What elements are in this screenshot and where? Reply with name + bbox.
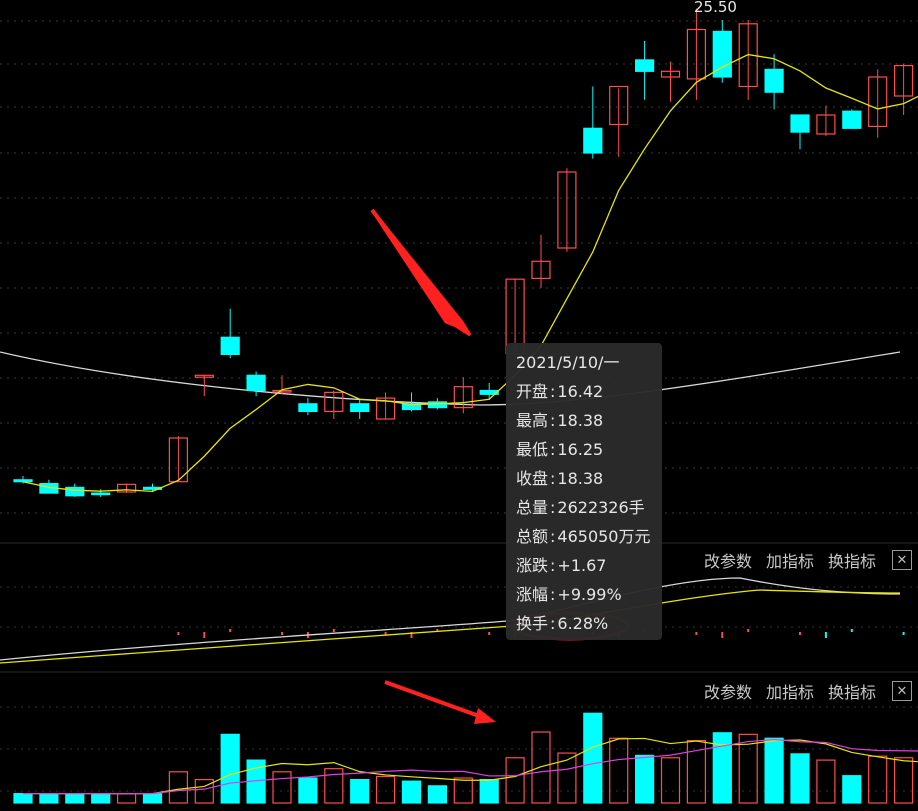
candle-down xyxy=(790,114,810,133)
tooltip-date: 2021/5/10/一 xyxy=(516,353,620,372)
tooltip-row-open: 开盘:16.42 xyxy=(516,382,604,401)
edit-params-button[interactable]: 改参数 xyxy=(704,679,752,703)
volume-bar-down xyxy=(842,775,862,804)
volume-bar-up xyxy=(893,757,914,804)
annotation-arrow-head xyxy=(474,708,496,724)
tooltip-row-change-pct: 涨幅: +9.99% xyxy=(516,585,622,604)
candle-down xyxy=(583,127,603,154)
volume-bar-down xyxy=(479,778,499,804)
volume-bar-down xyxy=(350,778,370,804)
indicator-toolbar-macd: 改参数 加指标 换指标 ✕ xyxy=(704,549,912,571)
add-indicator-button[interactable]: 加指标 xyxy=(766,679,814,703)
candle-down xyxy=(298,403,318,412)
close-icon[interactable]: ✕ xyxy=(892,681,912,701)
volume-bar-up xyxy=(116,793,137,804)
volume-bar-down xyxy=(220,733,240,804)
volume-bar-down xyxy=(298,777,318,804)
annotation-arrow xyxy=(370,208,468,334)
volume-bar-down xyxy=(401,780,422,804)
candle-down xyxy=(65,486,85,497)
candle-down xyxy=(220,336,240,355)
volume-ma-long xyxy=(23,738,918,795)
tooltip-row-turnover: 换手:6.28% xyxy=(516,614,609,633)
volume-bar-up xyxy=(505,757,525,804)
candle-down xyxy=(764,68,784,93)
volume-bar-down xyxy=(39,793,59,804)
annotation-arrow xyxy=(384,680,491,722)
volume-bar-up xyxy=(816,759,836,804)
volume-bar-down xyxy=(764,737,784,804)
volume-bar-up xyxy=(609,737,629,804)
candle-down xyxy=(634,59,655,72)
volume-bar-down xyxy=(583,712,603,804)
candle-tooltip: 2021/5/10/一 开盘:16.42 最高:18.38 最低:16.25 收… xyxy=(506,343,662,640)
tooltip-row-high: 最高:18.38 xyxy=(516,411,604,430)
volume-bar-up xyxy=(376,775,396,804)
add-indicator-button[interactable]: 加指标 xyxy=(766,548,814,572)
volume-bar-down xyxy=(712,732,732,804)
volume-bar-up xyxy=(168,771,188,804)
volume-bar-down xyxy=(65,793,85,804)
volume-bar-up xyxy=(660,757,681,804)
candle-down xyxy=(842,110,862,129)
edit-params-button[interactable]: 改参数 xyxy=(704,548,752,572)
tooltip-row-change: 涨跌: +1.67 xyxy=(516,556,607,575)
ma-line-short xyxy=(22,53,918,493)
tooltip-row-close: 收盘:18.38 xyxy=(516,469,604,488)
volume-bar-down xyxy=(13,793,33,804)
tooltip-row-low: 最低:16.25 xyxy=(516,440,604,459)
indicator-toolbar-volume: 改参数 加指标 换指标 ✕ xyxy=(704,680,912,702)
candle-down xyxy=(246,374,266,392)
candle-down xyxy=(91,492,111,496)
volume-bar-down xyxy=(427,785,447,804)
max-price-label: 25.50 xyxy=(694,0,737,16)
tooltip-row-volume: 总量:2622326手 xyxy=(516,498,645,517)
volume-bar-down xyxy=(634,754,655,804)
volume-bar-up xyxy=(868,755,888,804)
switch-indicator-button[interactable]: 换指标 xyxy=(828,679,876,703)
candle-down xyxy=(350,403,370,412)
switch-indicator-button[interactable]: 换指标 xyxy=(828,548,876,572)
candle-down xyxy=(13,479,33,483)
volume-bar-down xyxy=(790,753,810,804)
tooltip-row-amount: 总额:465050万元 xyxy=(516,527,651,546)
volume-bar-up xyxy=(272,771,292,804)
close-icon[interactable]: ✕ xyxy=(892,550,912,570)
volume-bar-down xyxy=(142,793,163,804)
candle-down xyxy=(427,401,447,409)
volume-ma-short xyxy=(23,737,918,795)
volume-bar-down xyxy=(91,793,111,804)
volume-bar-up xyxy=(531,731,551,804)
